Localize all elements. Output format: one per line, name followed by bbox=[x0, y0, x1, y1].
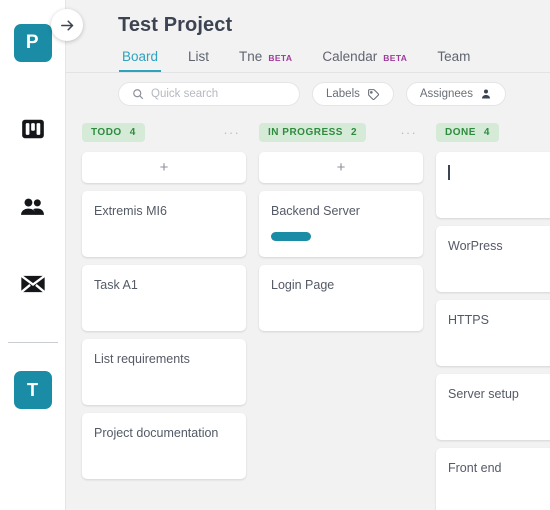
left-rail: P T bbox=[0, 0, 66, 510]
text-caret bbox=[448, 165, 450, 181]
labels-filter-label: Labels bbox=[326, 88, 360, 100]
tab-board-label: Board bbox=[122, 49, 159, 64]
column-done-count: 4 bbox=[483, 126, 490, 138]
column-in-progress-count: 2 bbox=[350, 126, 358, 138]
person-icon bbox=[481, 89, 490, 99]
column-done: DONE 4 WorPress HTTPS Server setup Front… bbox=[436, 115, 550, 510]
tab-calendar[interactable]: Calendar BETA bbox=[322, 49, 407, 72]
tab-team-label: Team bbox=[437, 49, 471, 64]
task-card[interactable]: Backend Server bbox=[259, 191, 423, 257]
task-card[interactable]: Front end bbox=[436, 448, 550, 510]
user-avatar[interactable]: T bbox=[13, 371, 52, 409]
task-card[interactable]: Project documentation bbox=[82, 413, 246, 479]
add-card-in-progress-button[interactable]: + bbox=[259, 152, 423, 183]
filter-bar: Quick search Labels Assignees bbox=[66, 73, 550, 115]
task-card[interactable]: WorPress bbox=[436, 226, 550, 292]
topbar: Test Project Board List Tne BETA Calenda… bbox=[66, 0, 550, 73]
tab-tne-label: Tne bbox=[239, 49, 263, 64]
task-card[interactable]: Task A1 bbox=[82, 265, 246, 331]
task-card[interactable]: HTTPS bbox=[436, 300, 550, 366]
column-done-title: DONE bbox=[445, 126, 476, 138]
column-in-progress-title: IN PROGRESS bbox=[268, 126, 343, 138]
kanban-app: P T Test Project Board List Tne BETA Cal… bbox=[0, 0, 550, 510]
task-card-title: Backend Server bbox=[271, 204, 360, 218]
add-card-todo-button[interactable]: + bbox=[82, 152, 246, 183]
column-done-header: DONE 4 bbox=[436, 121, 550, 143]
tab-list-label: List bbox=[188, 49, 210, 64]
column-todo-count: 4 bbox=[129, 126, 136, 138]
rail-divider bbox=[7, 342, 58, 343]
tab-calendar-beta-badge: BETA bbox=[383, 53, 408, 63]
tab-tne[interactable]: Tne BETA bbox=[239, 49, 292, 72]
search-input[interactable]: Quick search bbox=[118, 82, 300, 106]
board-columns: TODO 4 ··· + Extremis MI6 Task A1 List r… bbox=[66, 115, 550, 510]
column-in-progress-badge[interactable]: IN PROGRESS 2 bbox=[259, 122, 367, 142]
new-card-input[interactable] bbox=[436, 152, 550, 218]
search-placeholder: Quick search bbox=[151, 88, 219, 100]
column-in-progress-menu-icon[interactable]: ··· bbox=[400, 125, 423, 140]
expand-sidebar-button[interactable] bbox=[51, 9, 83, 41]
task-card[interactable]: List requirements bbox=[82, 339, 246, 405]
people-icon[interactable] bbox=[13, 187, 53, 227]
column-todo-menu-icon[interactable]: ··· bbox=[223, 125, 246, 140]
column-todo-badge[interactable]: TODO 4 bbox=[82, 122, 145, 142]
column-in-progress: IN PROGRESS 2 ··· + Backend Server Login… bbox=[259, 115, 423, 339]
labels-filter-button[interactable]: Labels bbox=[312, 82, 394, 106]
column-todo-header: TODO 4 ··· bbox=[82, 121, 246, 143]
task-card-label bbox=[271, 232, 311, 241]
assignees-filter-button[interactable]: Assignees bbox=[405, 82, 506, 106]
tab-calendar-label: Calendar bbox=[322, 49, 378, 64]
search-icon bbox=[133, 89, 144, 100]
task-card[interactable]: Login Page bbox=[259, 265, 423, 331]
workspace-avatar[interactable]: P bbox=[13, 24, 52, 62]
column-in-progress-header: IN PROGRESS 2 ··· bbox=[259, 121, 423, 143]
main-panel: Test Project Board List Tne BETA Calenda… bbox=[66, 0, 550, 510]
tab-team[interactable]: Team bbox=[437, 49, 470, 72]
tab-bar: Board List Tne BETA Calendar BETA Team bbox=[118, 49, 550, 72]
board-icon[interactable] bbox=[13, 109, 53, 149]
assignees-filter-label: Assignees bbox=[419, 88, 473, 100]
mail-icon[interactable] bbox=[13, 264, 53, 304]
column-todo: TODO 4 ··· + Extremis MI6 Task A1 List r… bbox=[82, 115, 246, 487]
task-card[interactable]: Extremis MI6 bbox=[82, 191, 246, 257]
tab-list[interactable]: List bbox=[188, 49, 209, 72]
tab-board[interactable]: Board bbox=[118, 49, 162, 72]
column-todo-title: TODO bbox=[91, 126, 122, 138]
column-done-badge[interactable]: DONE 4 bbox=[436, 122, 499, 142]
tab-tne-beta-badge: BETA bbox=[268, 53, 293, 63]
page-title: Test Project bbox=[118, 14, 233, 36]
tag-icon bbox=[367, 88, 379, 100]
task-card[interactable]: Server setup bbox=[436, 374, 550, 440]
